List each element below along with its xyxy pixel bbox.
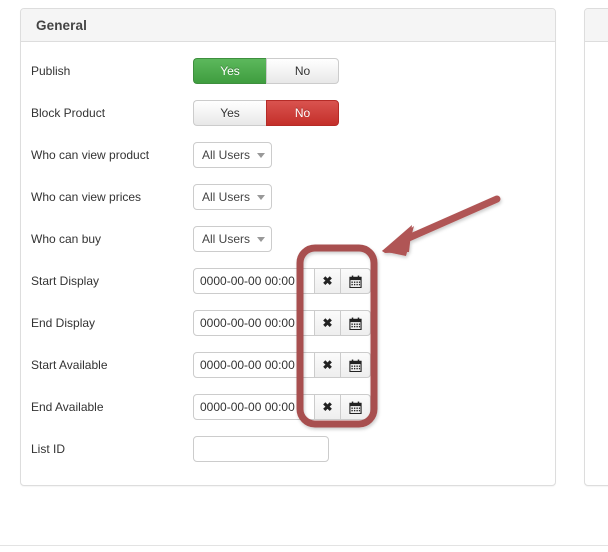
publish-toggle-group[interactable]: Yes No [193,58,339,84]
form-row-who-can-view-product: Who can view product All Users [21,140,555,170]
start-display-calendar-button[interactable] [341,268,371,294]
form-row-block-product: Block Product Yes No [21,98,555,128]
label-who-can-view-product: Who can view product [31,148,150,162]
end-display-input[interactable] [193,310,315,336]
label-start-available: Start Available [31,358,108,372]
control-list-id [193,436,329,462]
label-end-display: End Display [31,316,96,330]
end-display-input-group: ✖ [193,310,371,336]
start-available-input[interactable] [193,352,315,378]
label-block-product: Block Product [31,106,106,120]
label-end-available: End Available [31,400,104,414]
end-display-clear-button[interactable]: ✖ [315,310,341,336]
close-icon: ✖ [322,358,333,372]
control-start-available: ✖ [193,352,371,378]
who-can-view-product-select[interactable]: All Users [193,142,272,168]
end-available-input[interactable] [193,394,315,420]
who-can-view-product-value: All Users [202,148,251,162]
close-icon: ✖ [322,274,333,288]
page-title: General [36,17,87,33]
who-can-buy-value: All Users [202,232,251,246]
general-panel: General Publish Yes No Block Product Yes [20,8,556,486]
label-publish: Publish [31,64,71,78]
form-row-who-can-view-prices: Who can view prices All Users [21,182,555,212]
start-display-clear-button[interactable]: ✖ [315,268,341,294]
start-display-input-group: ✖ [193,268,371,294]
control-who-can-view-product: All Users [193,142,272,168]
control-who-can-view-prices: All Users [193,184,272,210]
form-row-who-can-buy: Who can buy All Users [21,224,555,254]
general-panel-header: General [21,9,555,42]
control-start-display: ✖ [193,268,371,294]
end-available-input-group: ✖ [193,394,371,420]
secondary-panel [584,8,608,486]
block-product-yes-button[interactable]: Yes [193,100,266,126]
start-available-clear-button[interactable]: ✖ [315,352,341,378]
label-list-id: List ID [31,442,66,456]
control-who-can-buy: All Users [193,226,272,252]
form-row-end-display: End Display ✖ [21,308,555,338]
chevron-down-icon [257,152,265,158]
start-display-input[interactable] [193,268,315,294]
start-available-calendar-button[interactable] [341,352,371,378]
form-row-start-available: Start Available ✖ [21,350,555,380]
chevron-down-icon [257,236,265,242]
block-product-no-button[interactable]: No [266,100,339,126]
end-display-calendar-button[interactable] [341,310,371,336]
control-publish: Yes No [193,58,339,84]
label-who-can-view-prices: Who can view prices [31,190,142,204]
end-available-calendar-button[interactable] [341,394,371,420]
list-id-input[interactable] [193,436,329,462]
publish-yes-button[interactable]: Yes [193,58,266,84]
who-can-view-prices-value: All Users [202,190,251,204]
form-row-publish: Publish Yes No [21,56,555,86]
calendar-icon [349,359,362,372]
footer-divider [0,545,608,546]
calendar-icon [349,275,362,288]
control-end-display: ✖ [193,310,371,336]
close-icon: ✖ [322,316,333,330]
end-available-clear-button[interactable]: ✖ [315,394,341,420]
close-icon: ✖ [322,400,333,414]
chevron-down-icon [257,194,265,200]
calendar-icon [349,317,362,330]
who-can-view-prices-select[interactable]: All Users [193,184,272,210]
form-row-list-id: List ID [21,434,555,464]
control-block-product: Yes No [193,100,339,126]
secondary-panel-header [585,9,608,42]
calendar-icon [349,401,362,414]
control-end-available: ✖ [193,394,371,420]
start-available-input-group: ✖ [193,352,371,378]
form-row-start-display: Start Display ✖ [21,266,555,296]
label-who-can-buy: Who can buy [31,232,102,246]
who-can-buy-select[interactable]: All Users [193,226,272,252]
block-product-toggle-group[interactable]: Yes No [193,100,339,126]
form-row-end-available: End Available ✖ [21,392,555,422]
publish-no-button[interactable]: No [266,58,339,84]
label-start-display: Start Display [31,274,100,288]
screenshot-stage: General Publish Yes No Block Product Yes [0,0,608,552]
